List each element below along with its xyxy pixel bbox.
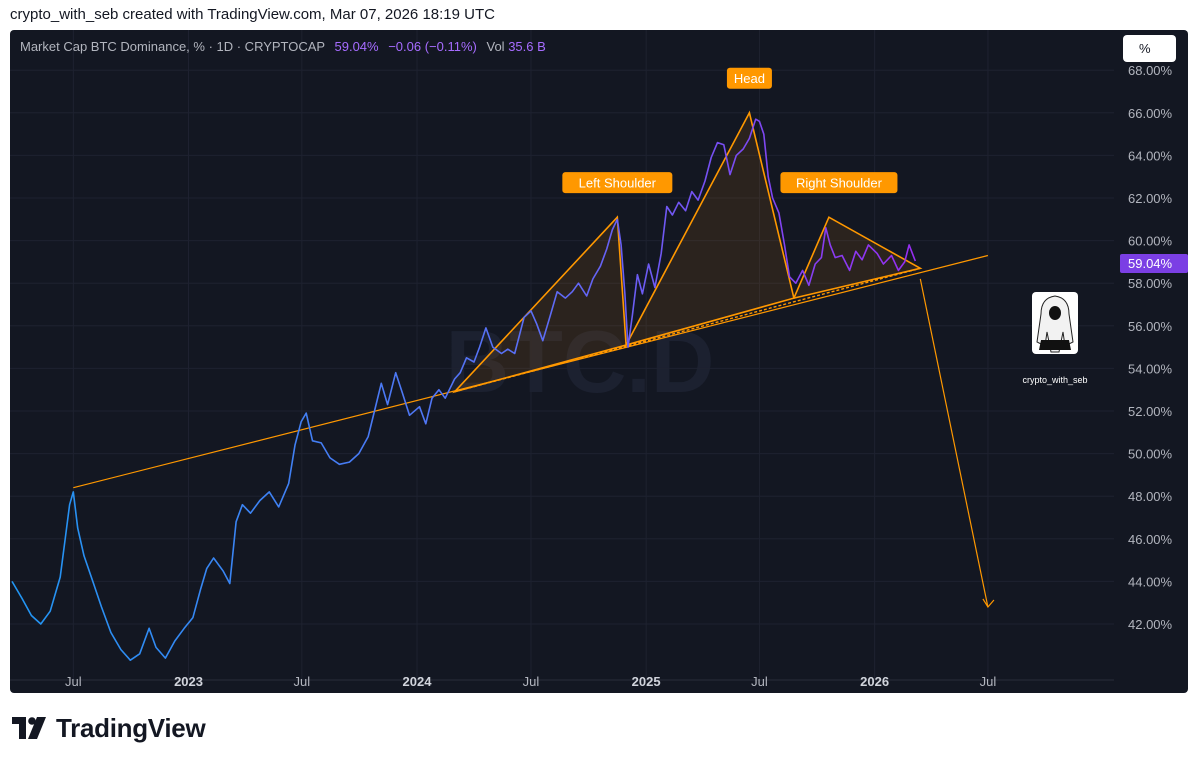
- x-tick-label: 2023: [174, 674, 203, 689]
- scale-mode-label: %: [1139, 41, 1151, 56]
- x-tick-label: Jul: [294, 674, 311, 689]
- y-tick-label: 68.00%: [1128, 63, 1173, 78]
- projection-line: [919, 278, 989, 608]
- head-triangle: [624, 110, 795, 347]
- y-tick-label: 66.00%: [1128, 106, 1173, 121]
- y-tick-label: 42.00%: [1128, 617, 1173, 632]
- chart-caption: crypto_with_seb created with TradingView…: [10, 6, 495, 23]
- x-tick-label: Jul: [751, 674, 768, 689]
- legend-vol-value: 35.6 B: [508, 39, 546, 54]
- x-tick-label: 2025: [632, 674, 661, 689]
- y-tick-label: 60.00%: [1128, 234, 1173, 249]
- y-tick-label: 56.00%: [1128, 319, 1173, 334]
- x-tick-label: Jul: [980, 674, 997, 689]
- x-axis[interactable]: Jul 2023 Jul 2024 Jul 2025 Jul 2026 Jul: [10, 674, 1114, 689]
- y-tick-label: 50.00%: [1128, 447, 1173, 462]
- y-tick-label: 62.00%: [1128, 191, 1173, 206]
- last-price-value: 59.04%: [1128, 256, 1173, 271]
- tradingview-logo-icon: [12, 717, 46, 739]
- legend-vol-label: Vol: [487, 39, 505, 54]
- legend-change: −0.06 (−0.11%): [388, 39, 477, 54]
- y-tick-label: 64.00%: [1128, 148, 1173, 163]
- avatar-label: crypto_with_seb: [1022, 375, 1087, 385]
- last-price-tag: 59.04%: [1120, 254, 1188, 273]
- scale-mode-button[interactable]: %: [1123, 35, 1176, 62]
- pattern-label: Right Shoulder: [780, 172, 898, 194]
- chart-canvas[interactable]: BTC.D Left ShoulderHeadRight Shoulder 68…: [10, 30, 1188, 693]
- tradingview-brand[interactable]: TradingView: [12, 712, 206, 744]
- y-tick-label: 52.00%: [1128, 404, 1173, 419]
- legend-symbol: Market Cap BTC Dominance, % · 1D · CRYPT…: [20, 39, 325, 54]
- right-shoulder-triangle: [792, 216, 923, 300]
- avatar: crypto_with_seb: [1022, 292, 1088, 385]
- x-tick-label: 2026: [860, 674, 889, 689]
- y-tick-label: 58.00%: [1128, 276, 1173, 291]
- legend: Market Cap BTC Dominance, % · 1D · CRYPT…: [20, 39, 546, 54]
- pattern-label: Left Shoulder: [562, 172, 673, 194]
- chart-panel[interactable]: BTC.D Left Shoulder Head Right Shoulder 68…: [10, 30, 1188, 693]
- x-tick-label: Jul: [65, 674, 82, 689]
- y-tick-label: 48.00%: [1128, 489, 1173, 504]
- svg-text:Head: Head: [734, 71, 765, 86]
- tradingview-wordmark: TradingView: [56, 712, 206, 743]
- svg-text:Left Shoulder: Left Shoulder: [579, 176, 657, 191]
- y-axis[interactable]: 68.00% 66.00% 64.00% 62.00% 60.00% 58.00% 56.0…: [1128, 63, 1173, 632]
- x-tick-label: 2024: [403, 674, 433, 689]
- legend-last-value: 59.04%: [335, 39, 380, 54]
- y-tick-label: 54.00%: [1128, 361, 1173, 376]
- y-tick-label: 44.00%: [1128, 574, 1173, 589]
- y-tick-label: 46.00%: [1128, 532, 1173, 547]
- svg-text:Right Shoulder: Right Shoulder: [796, 176, 883, 191]
- pattern-label: Head: [726, 67, 772, 89]
- x-tick-label: Jul: [523, 674, 540, 689]
